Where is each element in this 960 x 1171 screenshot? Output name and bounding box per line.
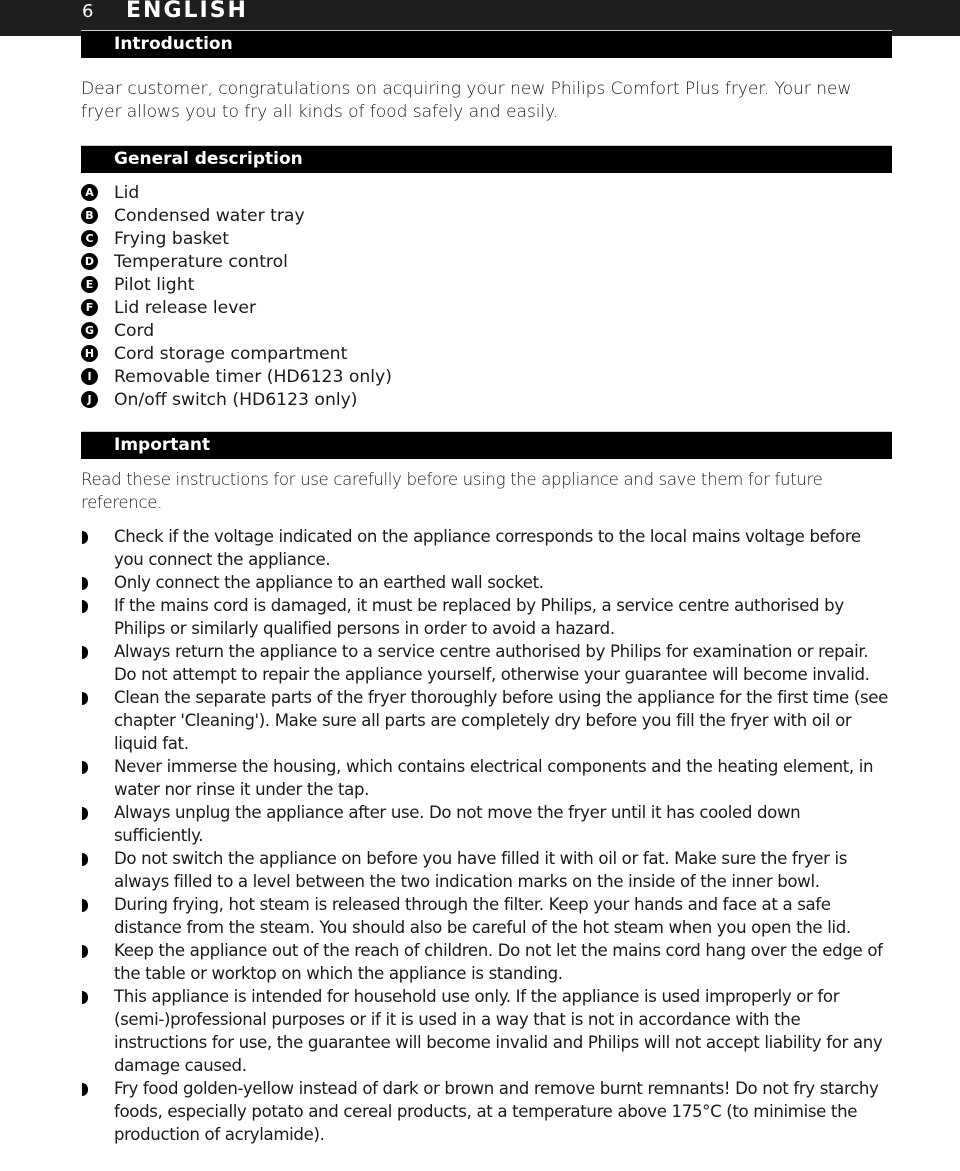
part-label: Lid (114, 182, 140, 203)
part-item: J On/off switch (HD6123 only) (81, 388, 392, 411)
section-title: Introduction (114, 34, 233, 54)
section-header-general-description: General description (81, 145, 892, 173)
part-label: Cord (114, 320, 155, 341)
safety-item: During frying, hot steam is released thr… (81, 893, 892, 939)
letter-g-icon: G (81, 322, 98, 339)
safety-item: Only connect the appliance to an earthed… (81, 571, 892, 594)
part-label: Cord storage compartment (114, 343, 348, 364)
safety-item: Do not switch the appliance on before yo… (81, 847, 892, 893)
safety-item: Clean the separate parts of the fryer th… (81, 686, 892, 755)
safety-item: Fry food golden-yellow instead of dark o… (81, 1077, 892, 1146)
part-item: H Cord storage compartment (81, 342, 392, 365)
letter-b-icon: B (81, 207, 98, 224)
section-title: Important (114, 435, 211, 455)
safety-item: If the mains cord is damaged, it must be… (81, 594, 892, 640)
letter-h-icon: H (81, 345, 98, 362)
part-item: D Temperature control (81, 250, 392, 273)
letter-e-icon: E (81, 276, 98, 293)
section-header-introduction: Introduction (81, 30, 892, 58)
letter-c-icon: C (81, 230, 98, 247)
bullet-icon (82, 853, 88, 866)
letter-j-icon: J (81, 391, 98, 408)
letter-d-icon: D (81, 253, 98, 270)
letter-a-icon: A (81, 184, 98, 201)
letter-f-icon: F (81, 299, 98, 316)
bullet-icon (82, 577, 88, 590)
part-label: Frying basket (114, 228, 229, 249)
section-title: General description (114, 149, 303, 169)
bullet-icon (82, 899, 88, 912)
part-item: I Removable timer (HD6123 only) (81, 365, 392, 388)
safety-item: Never immerse the housing, which contain… (81, 755, 892, 801)
parts-list: A Lid B Condensed water tray C Frying baske… (81, 181, 392, 411)
bullet-icon (82, 991, 88, 1004)
bullet-icon (82, 600, 88, 613)
language-heading: ENGLISH (126, 0, 248, 23)
part-item: B Condensed water tray (81, 204, 392, 227)
part-label: Pilot light (114, 274, 195, 295)
bullet-icon (82, 1083, 88, 1096)
part-label: Lid release lever (114, 297, 257, 318)
bullet-icon (82, 646, 88, 659)
safety-item: Keep the appliance out of the reach of c… (81, 939, 892, 985)
part-item: E Pilot light (81, 273, 392, 296)
part-label: On/off switch (HD6123 only) (114, 389, 358, 410)
bullet-icon (82, 531, 88, 544)
safety-item: Always return the appliance to a service… (81, 640, 892, 686)
section-header-important: Important (81, 431, 892, 459)
page-number: 6 (82, 1, 94, 22)
bullet-icon (82, 945, 88, 958)
bullet-icon (82, 692, 88, 705)
bullet-icon (82, 807, 88, 820)
safety-list: Check if the voltage indicated on the ap… (81, 525, 892, 1146)
letter-i-icon: I (81, 368, 98, 385)
safety-item: Check if the voltage indicated on the ap… (81, 525, 892, 571)
important-intro: Read these instructions for use carefull… (81, 470, 823, 512)
part-item: C Frying basket (81, 227, 392, 250)
part-item: F Lid release lever (81, 296, 392, 319)
safety-item: Always unplug the appliance after use. D… (81, 801, 892, 847)
part-label: Removable timer (HD6123 only) (114, 366, 392, 387)
part-item: A Lid (81, 181, 392, 204)
part-label: Temperature control (114, 251, 288, 272)
bullet-icon (82, 761, 88, 774)
part-label: Condensed water tray (114, 205, 305, 226)
safety-item: This appliance is intended for household… (81, 985, 892, 1077)
part-item: G Cord (81, 319, 392, 342)
introduction-text: Dear customer, congratulations on acquir… (81, 79, 852, 122)
